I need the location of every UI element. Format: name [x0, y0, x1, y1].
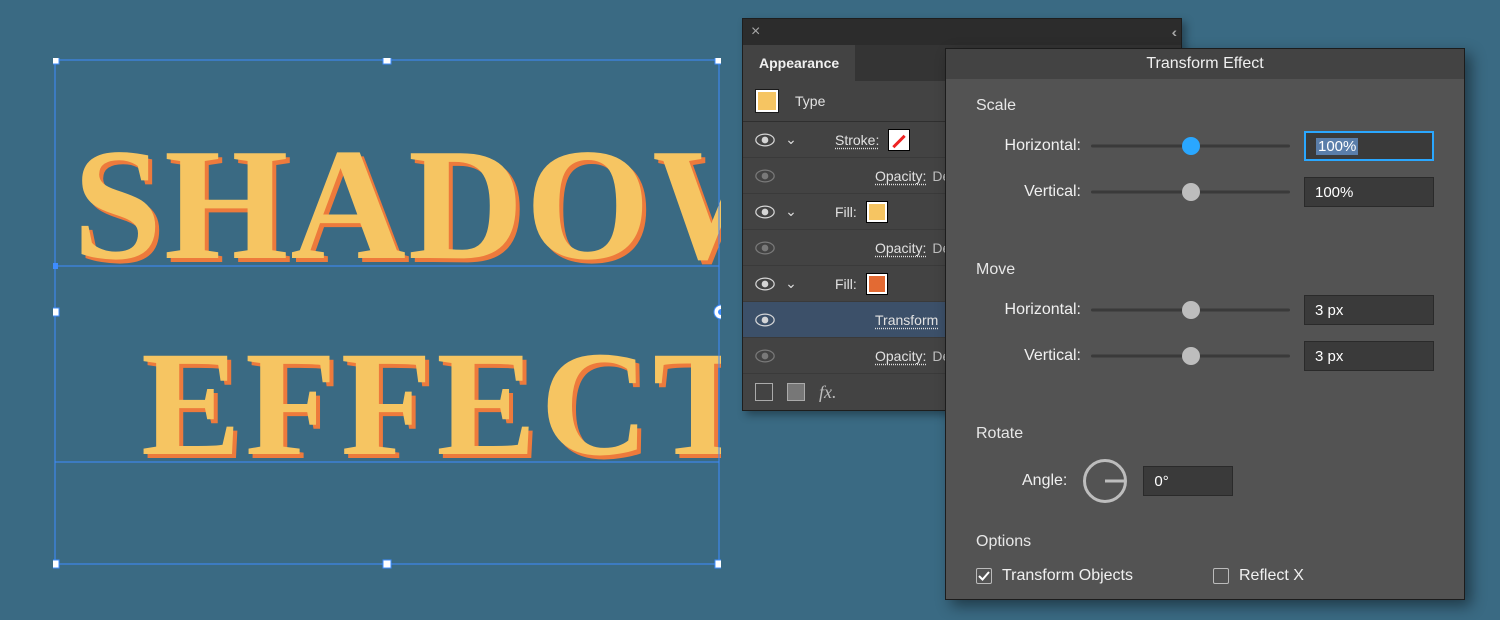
disclosure-icon[interactable]: ⌄: [779, 275, 803, 292]
checkbox-icon: [976, 568, 992, 584]
move-h-input[interactable]: 3 px: [1304, 295, 1434, 325]
visibility-icon[interactable]: [755, 169, 775, 183]
reflect-x-label: Reflect X: [1239, 567, 1304, 585]
fill-label: Fill:: [835, 276, 863, 292]
scale-v-slider[interactable]: [1091, 182, 1290, 202]
visibility-icon[interactable]: [755, 205, 775, 219]
disclosure-icon[interactable]: ⌄: [779, 203, 803, 220]
move-h-label: Horizontal:: [976, 301, 1091, 319]
scale-v-input[interactable]: 100%: [1304, 177, 1434, 207]
rotate-group: Rotate Angle: 0°: [946, 407, 1464, 523]
scale-group: Scale Horizontal: 100% Vertical: 100%: [946, 79, 1464, 243]
visibility-icon[interactable]: [755, 277, 775, 291]
angle-label: Angle:: [1022, 472, 1067, 490]
panel-titlebar[interactable]: × ‹‹: [743, 19, 1181, 45]
scale-h-label: Horizontal:: [976, 137, 1091, 155]
reflect-x-checkbox[interactable]: Reflect X: [1213, 567, 1304, 585]
scale-h-slider[interactable]: [1091, 136, 1290, 156]
fill-swatch-orange[interactable]: [866, 273, 888, 295]
visibility-icon[interactable]: [755, 349, 775, 363]
transform-label: Transform: [875, 312, 944, 328]
rotate-label: Rotate: [976, 425, 1434, 443]
move-label: Move: [976, 261, 1434, 279]
transform-objects-checkbox[interactable]: Transform Objects: [976, 567, 1133, 585]
angle-input[interactable]: 0°: [1143, 466, 1233, 496]
options-group: Options Transform Objects Reflect X: [946, 523, 1464, 599]
move-v-label: Vertical:: [976, 347, 1091, 365]
canvas-artboard[interactable]: SHADOW EFFECT SHADOW EFFECT: [53, 58, 703, 556]
opacity-label: Opacity:: [875, 240, 932, 256]
type-label: Type: [795, 93, 825, 109]
angle-dial[interactable]: [1083, 459, 1127, 503]
stroke-swatch-none[interactable]: [888, 129, 910, 151]
stroke-label: Stroke:: [835, 132, 885, 148]
opacity-label: Opacity:: [875, 348, 932, 364]
fill-swatch-yellow[interactable]: [866, 201, 888, 223]
transform-effect-dialog: Transform Effect Scale Horizontal: 100% …: [945, 48, 1465, 600]
fx-icon[interactable]: fx.: [819, 383, 837, 401]
options-label: Options: [976, 533, 1434, 551]
visibility-icon[interactable]: [755, 241, 775, 255]
scale-v-label: Vertical:: [976, 183, 1091, 201]
appearance-tab[interactable]: Appearance: [743, 45, 855, 81]
transform-objects-label: Transform Objects: [1002, 567, 1133, 585]
visibility-icon[interactable]: [755, 133, 775, 147]
close-icon[interactable]: ×: [751, 24, 760, 40]
visibility-icon[interactable]: [755, 313, 775, 327]
checkbox-icon: [1213, 568, 1229, 584]
move-h-slider[interactable]: [1091, 300, 1290, 320]
move-v-input[interactable]: 3 px: [1304, 341, 1434, 371]
fill-label: Fill:: [835, 204, 863, 220]
move-v-slider[interactable]: [1091, 346, 1290, 366]
scale-label: Scale: [976, 97, 1434, 115]
disclosure-icon[interactable]: ⌄: [779, 131, 803, 148]
type-swatch: [755, 89, 779, 113]
move-group: Move Horizontal: 3 px Vertical: 3 px: [946, 243, 1464, 407]
dialog-title: Transform Effect: [946, 49, 1464, 79]
opacity-label: Opacity:: [875, 168, 932, 184]
no-fill-icon[interactable]: [755, 383, 773, 401]
fill-icon[interactable]: [787, 383, 805, 401]
scale-h-input[interactable]: 100%: [1304, 131, 1434, 161]
collapse-icon[interactable]: ‹‹: [1172, 24, 1173, 40]
